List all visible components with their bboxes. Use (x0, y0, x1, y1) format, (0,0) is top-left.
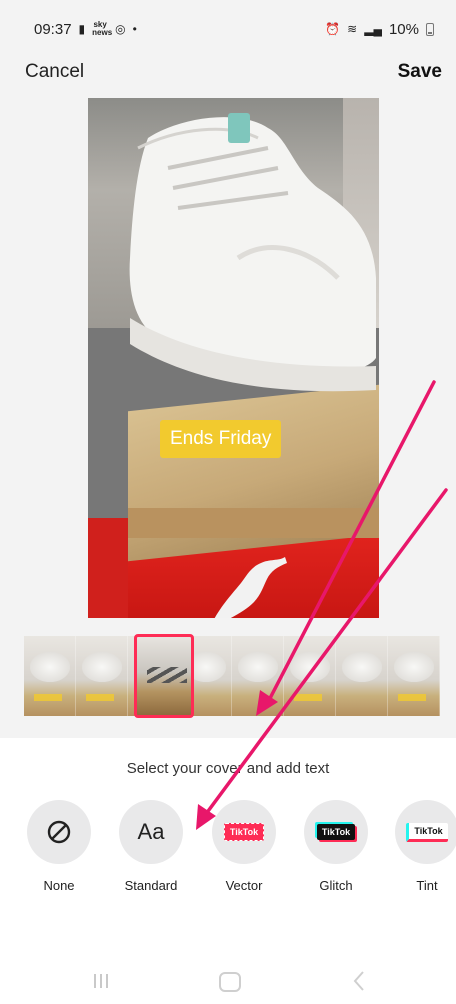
alarm-icon: ⏰ (325, 22, 341, 36)
style-standard-circle: Aa (119, 800, 183, 864)
filmstrip-frame[interactable] (336, 636, 388, 716)
text-style-list: None Aa Standard TikTok Vector TikTok Gl… (24, 800, 456, 900)
style-label: Vector (225, 878, 263, 893)
filmstrip-frame[interactable] (24, 636, 76, 716)
save-button[interactable]: Save (398, 61, 442, 83)
style-vector[interactable]: TikTok Vector (204, 800, 284, 893)
filmstrip-frame[interactable] (76, 636, 128, 716)
tiktok-vector-badge: TikTok (223, 823, 265, 841)
recents-icon[interactable] (94, 974, 108, 988)
battery-level: 10% (388, 20, 419, 38)
selected-frame-thumbnail (147, 667, 187, 683)
style-label: Tint (416, 878, 438, 893)
status-bar: 09:37 ▮ sky news ◎ • ⏰ ≋ ▂▄ 10% (0, 0, 456, 58)
sky-news-icon: sky news (92, 20, 113, 37)
sheet-hint-text: Select your cover and add text (126, 760, 330, 777)
dot-icon: • (132, 22, 137, 36)
none-icon (47, 820, 71, 844)
instagram-icon: ◎ (115, 22, 126, 36)
wifi-icon: ≋ (347, 22, 358, 36)
back-icon[interactable] (352, 970, 366, 992)
style-glitch-circle: TikTok (304, 800, 368, 864)
sneaker-image (129, 113, 376, 392)
cover-preview: Ends Friday (88, 98, 379, 618)
style-tint-circle: TikTok (395, 800, 456, 864)
cover-caption-text[interactable]: Ends Friday (160, 420, 282, 458)
aa-icon: Aa (137, 819, 165, 844)
cover-filmstrip[interactable] (24, 636, 441, 716)
tiktok-tint-badge: TikTok (406, 822, 448, 842)
tiktok-glitch-badge: TikTok (316, 824, 356, 840)
style-label: Glitch (319, 878, 353, 893)
style-glitch[interactable]: TikTok Glitch (296, 800, 376, 893)
home-icon[interactable] (219, 972, 241, 992)
cancel-button[interactable]: Cancel (25, 61, 84, 83)
style-none[interactable]: None (19, 800, 99, 893)
puma-logo-graphic (214, 557, 287, 618)
style-label: Standard (124, 878, 178, 893)
filmstrip-frame[interactable] (232, 636, 284, 716)
status-time: 09:37 (34, 20, 72, 38)
top-bar: Cancel Save (0, 54, 456, 90)
style-vector-circle: TikTok (212, 800, 276, 864)
style-none-circle (27, 800, 91, 864)
style-standard[interactable]: Aa Standard (111, 800, 191, 893)
system-nav-bar (0, 960, 456, 1004)
filmstrip-frame[interactable] (284, 636, 336, 716)
wooden-shelf-edge (128, 508, 379, 538)
style-label: None (43, 878, 75, 893)
notification-icon: ▮ (78, 22, 86, 36)
status-left: 09:37 ▮ sky news ◎ • (34, 21, 137, 38)
filmstrip-frame[interactable] (388, 636, 440, 716)
style-tint[interactable]: TikTok Tint (387, 800, 456, 893)
filmstrip-selected-frame[interactable] (134, 634, 194, 718)
status-right: ⏰ ≋ ▂▄ 10% (325, 21, 434, 38)
battery-icon (426, 22, 434, 36)
signal-icon: ▂▄ (364, 22, 382, 36)
